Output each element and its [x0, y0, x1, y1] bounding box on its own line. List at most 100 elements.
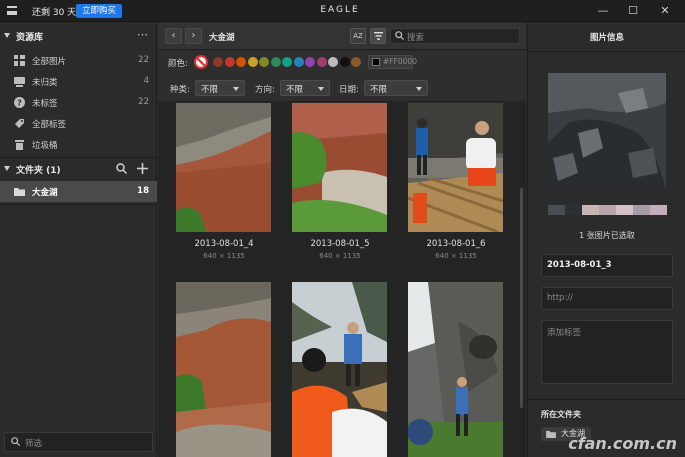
url-placeholder: http:// [547, 293, 574, 303]
back-button[interactable]: ‹ [165, 28, 182, 44]
maximize-icon[interactable]: ☐ [624, 3, 642, 19]
color-swatch[interactable] [247, 57, 258, 67]
inspector-title: 图片信息 [589, 33, 624, 43]
orientation-select[interactable]: 不限 [280, 80, 330, 96]
filter-toggle-button[interactable] [370, 28, 386, 44]
color-swatch[interactable] [339, 57, 350, 67]
sort-button[interactable]: AZ [350, 28, 366, 44]
buy-now-button[interactable]: 立即购买 [76, 4, 122, 18]
untagged-icon: ? [14, 97, 25, 108]
folder-icon [546, 430, 556, 438]
color-swatch[interactable] [236, 57, 246, 67]
image-name: 2013-08-01_6 [426, 239, 486, 249]
folders-section-header[interactable]: 文件夹 (1) [0, 158, 157, 180]
image-thumbnail[interactable] [176, 282, 271, 457]
filter-bar: 颜色: #FF0000 种类: 不限 方向: 不限 日期: 不限 [158, 51, 526, 102]
sidebar-item-all-tags[interactable]: 全部标签 [0, 113, 157, 134]
color-swatch[interactable] [328, 57, 338, 67]
breadcrumb: 大金湖 [209, 33, 235, 43]
sidebar-item-untagged[interactable]: ? 未标签 22 [0, 92, 157, 113]
color-swatch[interactable] [270, 57, 281, 67]
sidebar-item-label: 全部图片 [32, 57, 67, 67]
no-color-swatch[interactable] [194, 55, 208, 69]
image-thumbnail[interactable] [408, 103, 503, 232]
image-caption: 2013-08-01_6 640 × 1135 [406, 239, 506, 260]
sidebar-item-unsorted[interactable]: 未归类 4 [0, 71, 157, 92]
image-thumbnail[interactable] [292, 103, 387, 232]
palette-color[interactable] [616, 205, 633, 215]
watermark: cfan.com.cn [568, 434, 677, 453]
grid-scrollbar[interactable] [520, 188, 523, 408]
type-select[interactable]: 不限 [195, 80, 245, 96]
selected-image-preview [548, 73, 666, 191]
color-swatch[interactable] [293, 57, 304, 67]
inspector-divider [528, 51, 685, 52]
sidebar-item-folder[interactable]: 大金湖 18 [0, 181, 157, 202]
color-swatch[interactable] [282, 57, 292, 67]
color-swatch[interactable] [213, 57, 223, 67]
image-thumbnail[interactable] [408, 282, 503, 457]
url-field[interactable]: http:// [541, 287, 673, 310]
library-heading: 资源库 [16, 33, 44, 43]
palette-color[interactable] [565, 205, 582, 215]
search-placeholder: 搜索 [407, 33, 425, 43]
image-thumbnail[interactable] [176, 103, 271, 232]
more-options-icon[interactable]: ⋯ [137, 28, 149, 41]
image-name-field[interactable]: 2013-08-01_3 [541, 254, 673, 277]
sidebar: 资源库 ⋯ 全部图片 22 未归类 4 ? 未标签 22 全部标签 垃圾桶 文件… [0, 23, 157, 457]
trial-remaining-text: 还剩 30 天 [32, 8, 77, 18]
sidebar-item-all-images[interactable]: 全部图片 22 [0, 50, 157, 71]
hamburger-menu-icon[interactable] [7, 6, 17, 15]
sidebar-item-label: 未标签 [32, 99, 58, 109]
sidebar-item-trash[interactable]: 垃圾桶 [0, 134, 157, 155]
thumbnail-image [176, 103, 271, 232]
library-section-header[interactable]: 资源库 ⋯ [0, 25, 157, 47]
search-icon [395, 31, 404, 40]
tags-placeholder: 添加标签 [547, 328, 582, 338]
palette-color[interactable] [650, 205, 667, 215]
minimize-icon[interactable]: — [594, 3, 612, 19]
date-select-value: 不限 [370, 85, 388, 95]
image-thumbnail[interactable] [292, 282, 387, 457]
orientation-filter-label: 方向: [255, 85, 275, 95]
sidebar-item-label: 全部标签 [32, 120, 67, 130]
main-toolbar: ‹ › 大金湖 AZ 搜索 [158, 23, 526, 50]
inspector-panel: 图片信息 1 张图片已选取 2013-08-01_3 http:// 添加标签 … [527, 23, 685, 457]
palette-color[interactable] [582, 205, 599, 215]
palette-color[interactable] [548, 205, 565, 215]
tags-field[interactable]: 添加标签 [541, 320, 673, 384]
sidebar-item-count: 22 [138, 55, 149, 65]
color-swatch[interactable] [259, 57, 269, 67]
date-select[interactable]: 不限 [364, 80, 428, 96]
color-swatch[interactable] [224, 57, 235, 67]
collapse-caret-icon[interactable] [4, 33, 10, 38]
palette-color[interactable] [599, 205, 616, 215]
folder-icon [14, 188, 25, 196]
title-bar: 还剩 30 天 立即购买 EAGLE — ☐ ✕ [0, 0, 685, 22]
preview-image [548, 73, 666, 191]
tag-icon [15, 119, 24, 128]
trash-icon [15, 140, 24, 150]
search-icon [11, 437, 20, 446]
color-swatch[interactable] [305, 57, 315, 67]
close-icon[interactable]: ✕ [656, 3, 674, 19]
sidebar-filter-input[interactable]: 筛选 [4, 432, 153, 452]
sidebar-divider [0, 204, 157, 205]
color-swatch[interactable] [316, 57, 327, 67]
chevron-down-icon [416, 87, 422, 91]
image-name: 2013-08-01_5 [310, 239, 370, 249]
forward-button[interactable]: › [185, 28, 202, 44]
sidebar-item-label: 大金湖 [32, 188, 58, 198]
hex-color-input[interactable]: #FF0000 [368, 55, 417, 69]
unsorted-icon [14, 77, 25, 87]
color-swatch[interactable] [351, 57, 361, 67]
search-input[interactable]: 搜索 [390, 28, 520, 44]
palette-color[interactable] [633, 205, 650, 215]
hex-placeholder: #FF0000 [383, 57, 417, 66]
thumbnail-image [176, 282, 271, 457]
image-dimensions: 640 × 1135 [435, 252, 477, 260]
search-icon[interactable] [116, 163, 127, 174]
add-folder-icon[interactable] [137, 163, 148, 174]
sidebar-item-count: 4 [143, 76, 149, 86]
collapse-caret-icon[interactable] [4, 166, 10, 171]
